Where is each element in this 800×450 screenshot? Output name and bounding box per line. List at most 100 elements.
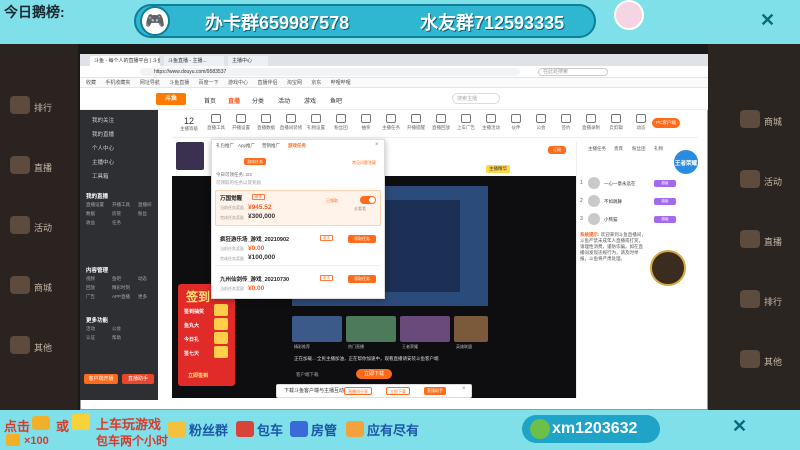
room-avatar[interactable] (176, 142, 204, 170)
task-link[interactable]: 去看看 (354, 206, 366, 212)
bookmark-item[interactable]: 游戏中心 (228, 80, 248, 86)
sidebar-grid-item[interactable]: 任务 (112, 220, 121, 226)
sidebar-grid-item[interactable]: 帮助 (112, 335, 121, 341)
pc-client-button[interactable]: PC客户端 (652, 118, 680, 128)
sidebar-item[interactable]: 工具箱 (92, 172, 109, 180)
bookmark-item[interactable]: 网址导航 (140, 80, 160, 86)
close-icon[interactable]: × (462, 386, 466, 392)
sidebar-grid-item[interactable]: 更多 (138, 294, 147, 300)
sidebar-grid-item[interactable]: 活动 (86, 326, 95, 332)
download-now-button[interactable]: 立即下载 (356, 369, 392, 379)
toolbar-item[interactable]: 签约 (554, 114, 578, 131)
task-toggle[interactable] (360, 196, 376, 204)
sidebar-grid-item[interactable]: 粉丝 (138, 211, 147, 217)
claim-task-button[interactable]: 领取任务 (348, 275, 376, 283)
toolbar-item[interactable]: 动态 (629, 114, 653, 131)
nav-category[interactable]: 分类 (252, 96, 264, 105)
toolbar-item[interactable]: 抽奖 (354, 114, 378, 131)
rank-user-name[interactable]: 一心一意永远在 (604, 181, 636, 187)
sidebar-grid-item[interactable]: 鱼吧 (112, 276, 121, 282)
sidebar-grid-item[interactable]: 回放 (86, 285, 95, 291)
bookmark-item[interactable]: 百度一下 (199, 80, 219, 86)
sidebar-item[interactable]: 个人中心 (92, 144, 114, 152)
toolbar-item[interactable]: 直播间装修 (279, 114, 303, 131)
bookmark-item[interactable]: 淘宝网 (287, 80, 302, 86)
game-logo-icon[interactable] (650, 250, 686, 286)
toolbar-item[interactable]: 云剪辑 (604, 114, 628, 131)
user-avatar[interactable] (588, 195, 600, 207)
live-assistant-button[interactable]: 直播助手 (122, 374, 154, 384)
toolbar-item[interactable]: 开播设置 (229, 114, 253, 131)
toolbar-item[interactable]: 直播回放 (429, 114, 453, 131)
toolbar-item[interactable]: 主播任务 (379, 114, 403, 131)
share-button[interactable]: 直播间分享 (344, 387, 372, 395)
browser-tab[interactable]: 斗鱼直播 - 主播... (164, 56, 224, 66)
sidebar-grid-item[interactable]: 房管 (112, 211, 121, 217)
sidebar-grid-item[interactable]: 精彩时刻 (112, 285, 130, 291)
toolbar-item[interactable]: 公会 (529, 114, 553, 131)
bookmark-item[interactable]: 手机收藏夹 (105, 80, 130, 86)
toolbar-item[interactable]: 开播提醒 (404, 114, 428, 131)
card-close-icon[interactable]: × (375, 142, 379, 148)
sidebar-grid-item[interactable]: APP直播 (112, 294, 130, 300)
toolbar-item[interactable]: 伙伴 (504, 114, 528, 131)
nav-activity[interactable]: 活动 (278, 96, 290, 105)
sidebar-grid-item[interactable]: 视频 (86, 276, 95, 282)
rank-user-name[interactable]: 小熊猫 (604, 217, 618, 223)
url-field[interactable]: https://www.douyu.com/9583537 (140, 68, 520, 76)
thumb-card[interactable] (454, 316, 488, 342)
right-panel-tab[interactable]: 贵宾 (614, 146, 623, 152)
right-panel-tab[interactable]: 主播任务 (588, 146, 606, 152)
bookmark-item[interactable]: 斗鱼直播 (169, 80, 189, 86)
faq-link[interactable]: 常见问题答疑 (352, 160, 376, 166)
nav-live[interactable]: 直播 (228, 96, 240, 105)
assistant-button[interactable]: 直播助手 (424, 387, 446, 395)
nav-yuba[interactable]: 鱼吧 (330, 96, 342, 105)
nav-game[interactable]: 游戏 (304, 96, 316, 105)
claim-task-button[interactable]: 领取任务 (348, 235, 376, 243)
toolbar-item[interactable]: 粉丝团 (329, 114, 353, 131)
right-panel-tab[interactable]: 礼物 (654, 146, 663, 152)
sidebar-grid-item[interactable]: 动态 (138, 276, 147, 282)
user-avatar[interactable] (588, 177, 600, 189)
card-tab[interactable]: App推广 (238, 143, 255, 149)
right-panel-tab[interactable]: 粉丝团 (632, 146, 646, 152)
thumb-card[interactable] (346, 316, 396, 342)
sidebar-item[interactable]: 我的直播 (92, 130, 114, 138)
client-live-button[interactable]: 客户端开播 (84, 374, 118, 384)
bookmark-item[interactable]: 收藏 (86, 80, 96, 86)
task-item[interactable] (215, 270, 381, 296)
thumb-card[interactable] (292, 316, 342, 342)
toolbar-item[interactable]: 上车广告 (454, 114, 478, 131)
browser-tab[interactable]: 主播中心 (228, 56, 268, 66)
toolbar-item[interactable]: 礼物设置 (304, 114, 328, 131)
card-tab-active[interactable]: 游戏任务 (288, 143, 306, 149)
sidebar-item[interactable]: 我的关注 (92, 116, 114, 124)
subscribe-button[interactable]: 订阅 (548, 146, 566, 154)
live-event-badge[interactable]: 王者荣耀 (672, 148, 700, 176)
bookmark-item[interactable]: 京东 (311, 80, 321, 86)
sidebar-grid-item[interactable]: 认证 (86, 335, 95, 341)
rank-user-name[interactable]: 不如跳舞 (604, 199, 622, 205)
sidebar-grid-item[interactable]: 收益 (86, 220, 95, 226)
checkin-button[interactable]: 立即签到 (188, 372, 208, 379)
browser-tab[interactable]: 斗鱼 - 每个人的直播平台 | 斗鱼... (90, 56, 160, 66)
bookmark-item[interactable]: 直播伴侣 (257, 80, 277, 86)
client-download-link[interactable]: 客户端下载 (296, 372, 319, 378)
nav-home[interactable]: 首页 (204, 96, 216, 105)
sidebar-grid-item[interactable]: 广告 (86, 294, 95, 300)
sidebar-grid-item[interactable]: 数据 (86, 211, 95, 217)
toolbar-item[interactable]: 主播活动 (479, 114, 503, 131)
bookmark-item[interactable]: 哔哩哔哩 (331, 80, 351, 86)
site-search-input[interactable]: 搜索主播 (452, 93, 500, 104)
toolbar-item[interactable]: 直播工具 (204, 114, 228, 131)
site-logo[interactable]: 斗鱼 (156, 93, 186, 105)
browser-search-input[interactable]: 在此处搜索 (538, 68, 608, 76)
sidebar-grid-item[interactable]: 开播工具 (112, 202, 130, 208)
game-task-chip[interactable]: 游戏任务 (244, 158, 266, 165)
sidebar-grid-item[interactable]: 直播设置 (86, 202, 104, 208)
thumb-card[interactable] (400, 316, 450, 342)
card-tab[interactable]: 营销推广 (262, 143, 280, 149)
card-tab[interactable]: 礼包推广 (216, 143, 234, 149)
sidebar-grid-item[interactable]: 直播间 (138, 202, 152, 208)
